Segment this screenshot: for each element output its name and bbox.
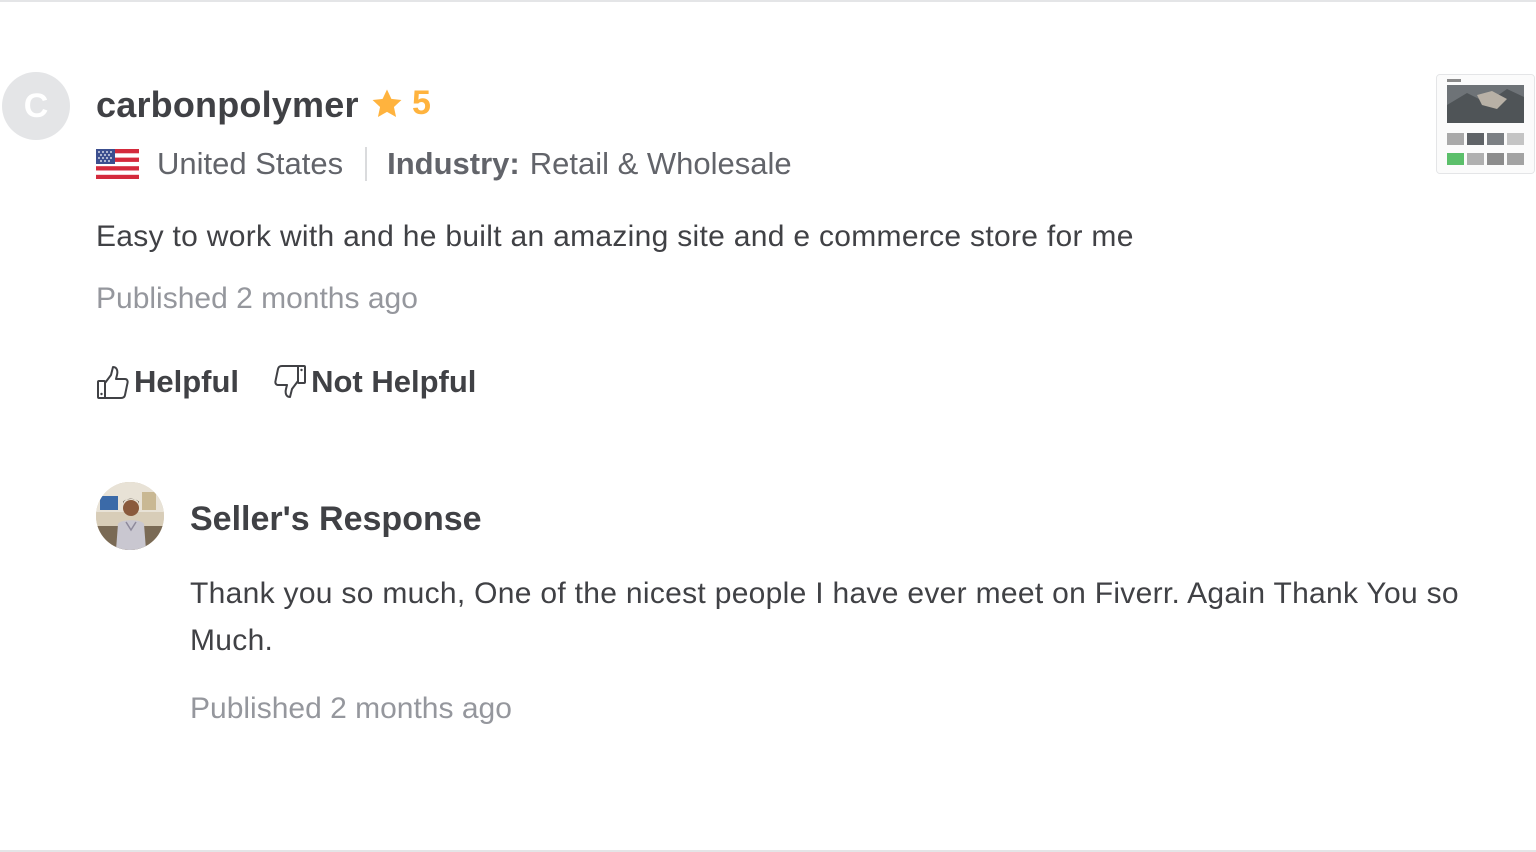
review-rating: 5 bbox=[370, 84, 431, 123]
review-text: Easy to work with and he built an amazin… bbox=[96, 220, 1134, 253]
gig-thumbnail-image bbox=[1437, 75, 1534, 173]
reviewer-username: carbonpolymer bbox=[96, 84, 359, 125]
review-feedback: Helpful Not Helpful bbox=[96, 364, 476, 400]
gig-thumbnail[interactable] bbox=[1436, 74, 1535, 174]
industry-label: Industry: bbox=[387, 146, 520, 181]
reviewer-meta: United States Industry: Retail & Wholesa… bbox=[96, 146, 792, 182]
us-flag-icon bbox=[96, 149, 139, 179]
seller-avatar bbox=[96, 482, 164, 550]
star-icon bbox=[372, 89, 402, 117]
seller-response-published-date: Published 2 months ago bbox=[190, 692, 512, 725]
review-card: C carbonpolymer 5 United States Industry… bbox=[0, 0, 1536, 852]
seller-avatar-image bbox=[96, 482, 164, 550]
thumbs-down-icon bbox=[274, 365, 307, 398]
industry-value: Retail & Wholesale bbox=[529, 146, 792, 181]
seller-response-title: Seller's Response bbox=[190, 500, 482, 538]
helpful-button[interactable]: Helpful bbox=[96, 364, 239, 400]
reviewer-avatar-letter: C bbox=[23, 86, 49, 125]
review-published-date: Published 2 months ago bbox=[96, 282, 418, 315]
seller-response-text: Thank you so much, One of the nicest peo… bbox=[190, 577, 1459, 657]
reviewer-country: United States bbox=[157, 146, 344, 181]
meta-divider bbox=[365, 147, 368, 181]
helpful-label: Helpful bbox=[134, 364, 240, 399]
thumbs-up-icon bbox=[97, 366, 129, 399]
not-helpful-button[interactable]: Not Helpful bbox=[273, 364, 476, 400]
reviewer-avatar: C bbox=[2, 72, 70, 140]
not-helpful-label: Not Helpful bbox=[311, 364, 477, 399]
rating-value: 5 bbox=[412, 84, 431, 122]
